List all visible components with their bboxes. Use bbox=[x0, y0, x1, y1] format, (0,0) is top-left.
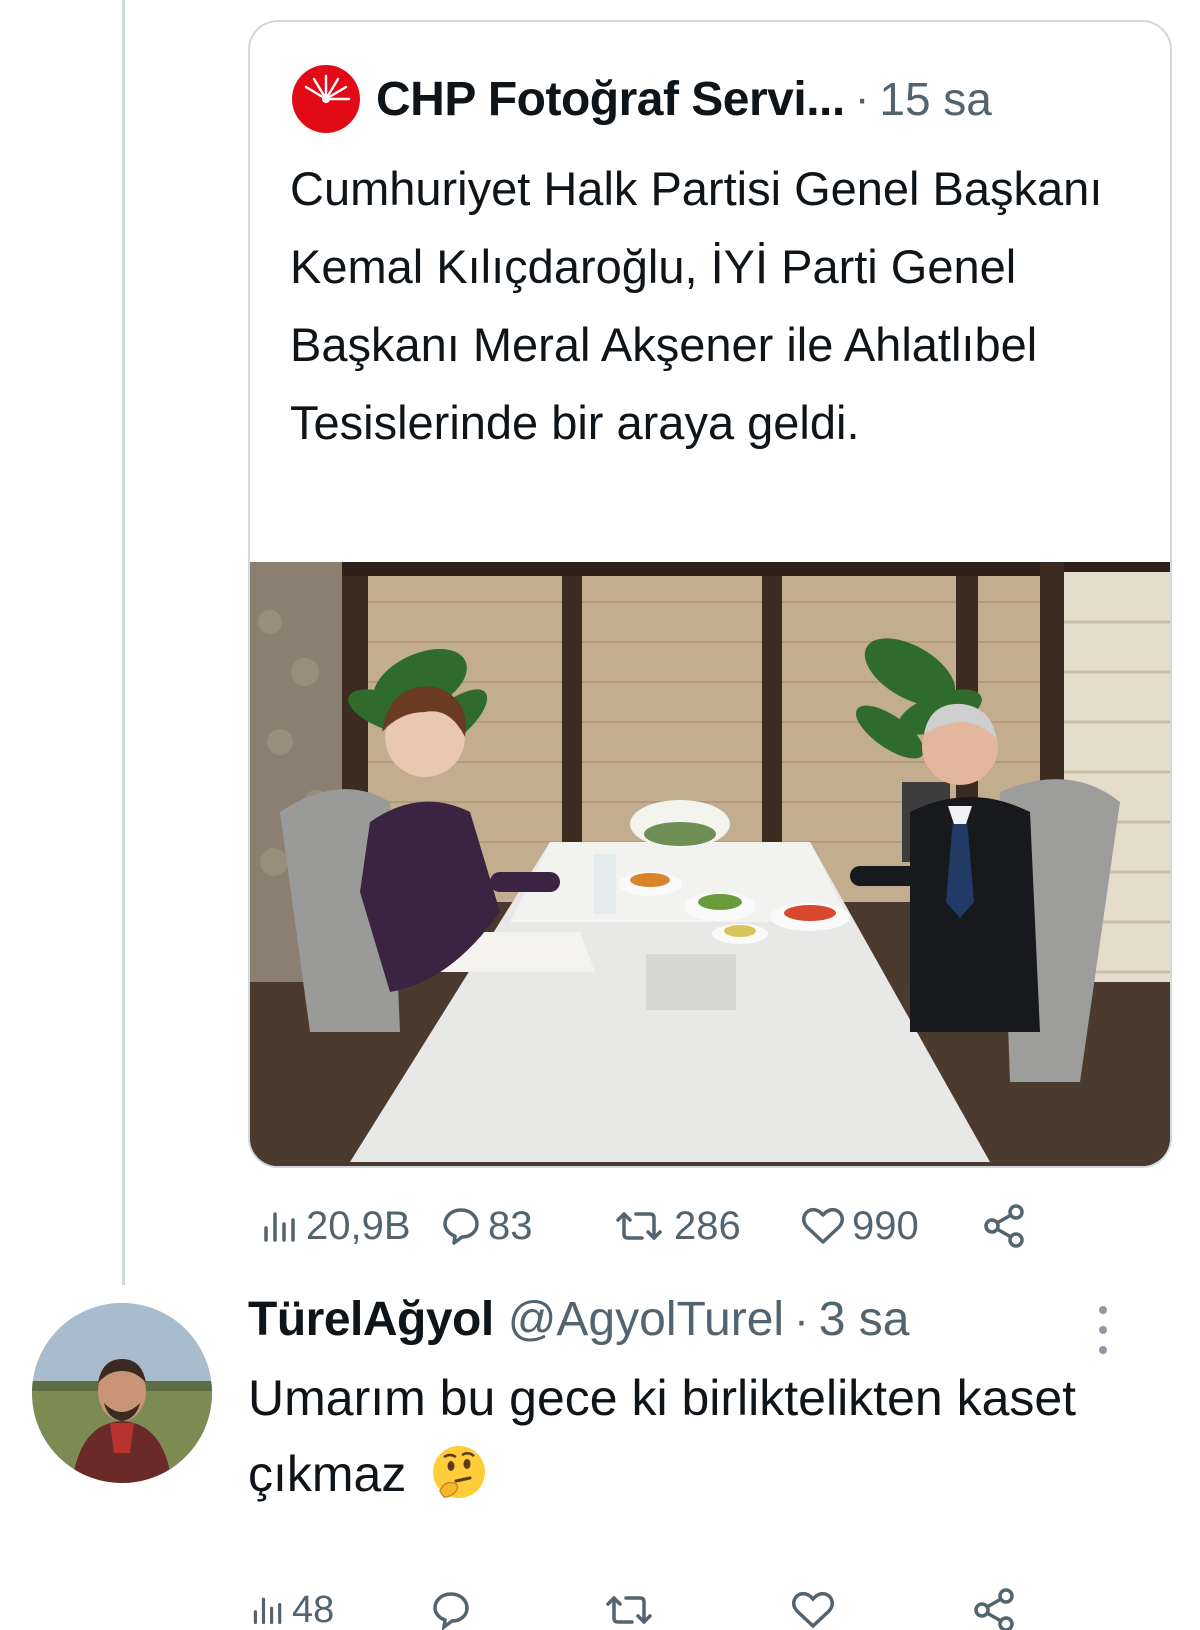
heart-icon bbox=[802, 1208, 844, 1244]
views-count: 20,9B bbox=[306, 1203, 411, 1248]
thread-connector-line bbox=[122, 0, 125, 1285]
reply-author-handle[interactable]: @AgyolTurel bbox=[508, 1292, 784, 1347]
reply-count: 83 bbox=[488, 1203, 533, 1248]
retweet-count: 286 bbox=[674, 1203, 741, 1248]
more-options-icon[interactable] bbox=[1096, 1302, 1110, 1358]
chp-logo-icon[interactable] bbox=[292, 65, 360, 133]
quoted-tweet-card[interactable]: CHP Fotoğraf Servi... · 15 sa Cumhuriyet… bbox=[248, 20, 1172, 1168]
reply-like-action[interactable] bbox=[790, 1586, 842, 1630]
reply-tweet-actions: 48 bbox=[250, 1582, 1050, 1630]
quoted-tweet-time[interactable]: 15 sa bbox=[879, 72, 992, 126]
views-action[interactable]: 20,9B bbox=[260, 1196, 411, 1256]
share-icon bbox=[974, 1588, 1014, 1630]
reply-views-action[interactable]: 48 bbox=[250, 1586, 334, 1630]
retweet-action[interactable]: 286 bbox=[610, 1196, 741, 1256]
comment-icon bbox=[443, 1208, 479, 1245]
quoted-tweet-header: CHP Fotoğraf Servi... · 15 sa bbox=[292, 64, 1130, 134]
reply-reply-action[interactable] bbox=[430, 1586, 478, 1630]
retweet-icon bbox=[616, 1212, 662, 1240]
comment-icon bbox=[433, 1592, 469, 1630]
reply-author-avatar[interactable] bbox=[32, 1303, 212, 1483]
heart-icon bbox=[792, 1592, 834, 1629]
reply-tweet-text-container: Umarım bu gece ki birliktelikten kaset ç… bbox=[248, 1360, 1128, 1512]
retweet-icon bbox=[606, 1596, 652, 1624]
like-action[interactable]: 990 bbox=[800, 1196, 919, 1256]
reply-retweet-action[interactable] bbox=[600, 1586, 664, 1630]
reply-tweet-time[interactable]: 3 sa bbox=[819, 1292, 910, 1347]
views-bar-icon bbox=[253, 1597, 282, 1625]
reply-header-separator: · bbox=[794, 1296, 809, 1345]
reply-author-name[interactable]: TürelAğyol bbox=[248, 1292, 494, 1347]
reply-tweet-text: Umarım bu gece ki birliktelikten kaset ç… bbox=[248, 1370, 1077, 1502]
tweet-photo[interactable] bbox=[250, 562, 1170, 1166]
reply-action[interactable]: 83 bbox=[440, 1196, 533, 1256]
views-bar-icon bbox=[264, 1212, 295, 1242]
quoted-tweet-text: Cumhuriyet Halk Partisi Genel Başkanı Ke… bbox=[290, 162, 1103, 449]
quoted-author-name[interactable]: CHP Fotoğraf Servi... bbox=[376, 72, 845, 127]
share-action[interactable] bbox=[982, 1196, 1034, 1256]
share-icon bbox=[984, 1204, 1024, 1248]
header-separator: · bbox=[854, 74, 870, 123]
reply-views-count: 48 bbox=[292, 1588, 335, 1630]
quoted-tweet-actions: 20,9B 83 286 990 bbox=[260, 1196, 1060, 1256]
thinking-face-icon bbox=[430, 1443, 488, 1501]
reply-share-action[interactable] bbox=[972, 1586, 1024, 1630]
like-count: 990 bbox=[852, 1203, 919, 1248]
reply-tweet-header: TürelAğyol @AgyolTurel · 3 sa bbox=[248, 1292, 909, 1356]
